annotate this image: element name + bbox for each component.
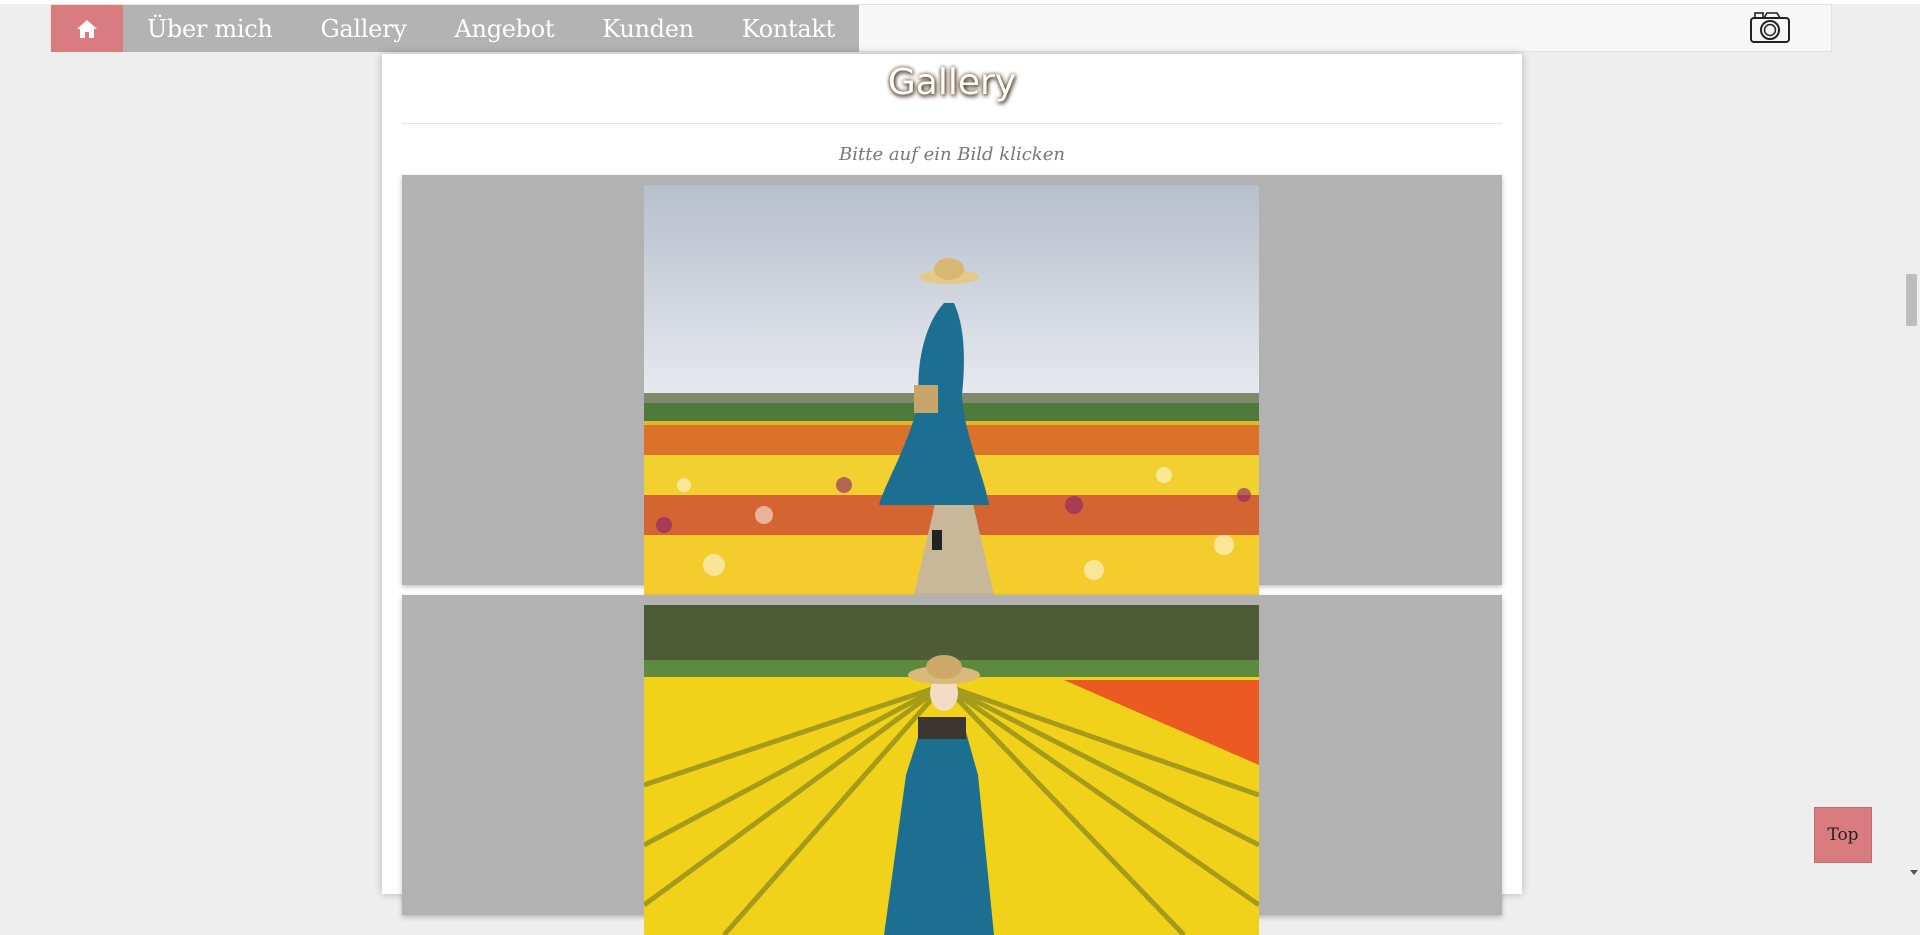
gallery-hint: Bitte auf ein Bild klicken	[839, 144, 1065, 165]
main-menu: Über mich Gallery Angebot Kunden Kontakt	[51, 5, 859, 52]
photo-tulip-field-front[interactable]	[644, 605, 1259, 935]
photo-tulip-field-back[interactable]	[644, 185, 1259, 595]
nav-item-ueber-mich[interactable]: Über mich	[123, 5, 297, 52]
gallery-slide	[402, 175, 1502, 595]
nav-home-button[interactable]	[51, 5, 123, 52]
back-to-top-button[interactable]: Top	[1814, 807, 1872, 863]
gallery-photo[interactable]	[644, 605, 1259, 935]
nav-item-angebot[interactable]: Angebot	[431, 5, 579, 52]
home-icon	[77, 19, 97, 38]
nav-item-kunden[interactable]: Kunden	[578, 5, 718, 52]
nav-item-kontakt[interactable]: Kontakt	[718, 5, 859, 52]
top-navbar: Über mich Gallery Angebot Kunden Kontakt	[50, 4, 1832, 52]
camera-icon[interactable]	[1749, 10, 1791, 44]
nav-item-gallery[interactable]: Gallery	[297, 5, 431, 52]
scroll-down-arrow[interactable]	[1910, 870, 1918, 875]
gallery-slide	[402, 595, 1502, 935]
title-divider	[402, 123, 1502, 124]
gallery-photo[interactable]	[644, 185, 1259, 595]
main-content: Gallery Bitte auf ein Bild klicken	[382, 54, 1522, 935]
page-title: Gallery	[887, 62, 1017, 103]
scrollbar-thumb[interactable]	[1906, 274, 1917, 326]
